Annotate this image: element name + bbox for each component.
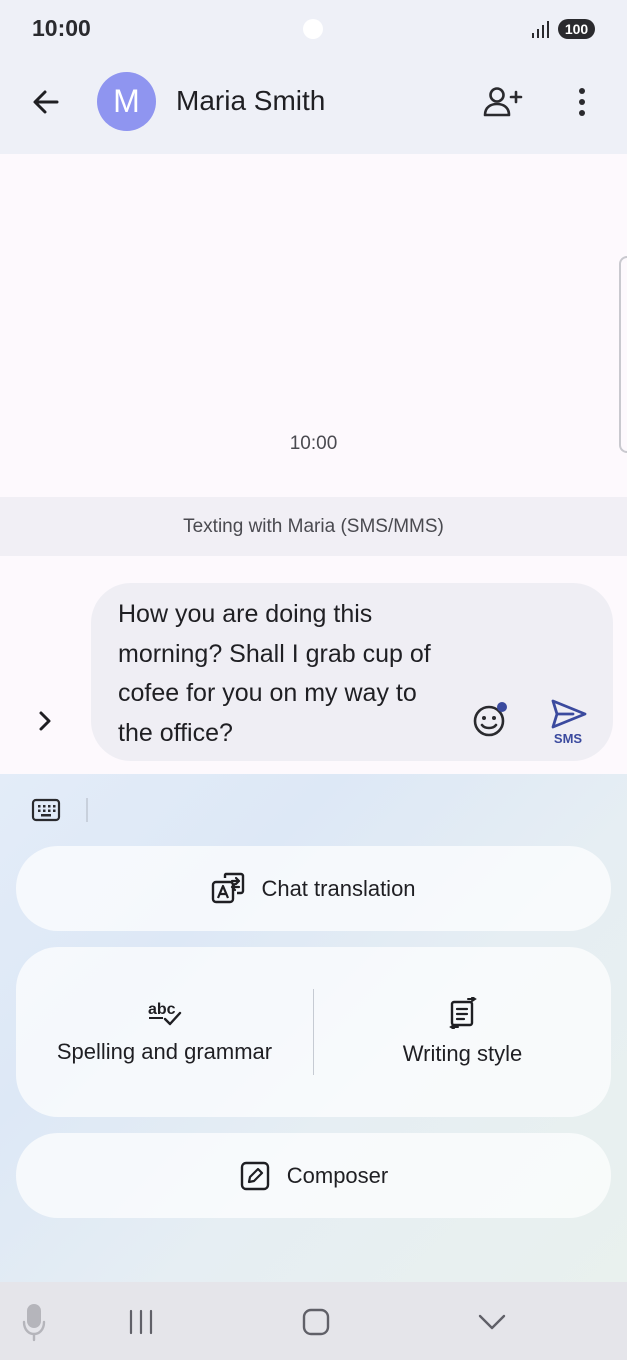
chevron-right-icon [39, 711, 51, 731]
spellcheck-icon: abc [148, 1001, 181, 1026]
mic-icon [22, 1304, 46, 1342]
conversation-view[interactable]: 10:00 [0, 154, 627, 497]
spelling-grammar-label: Spelling and grammar [56, 1039, 273, 1064]
send-label: SMS [553, 731, 583, 746]
camera-cutout [303, 19, 323, 39]
writing-style-icon [448, 997, 477, 1029]
back-button[interactable] [24, 80, 68, 124]
send-button[interactable]: SMS [543, 699, 593, 749]
edit-icon [240, 1161, 269, 1190]
add-person-icon [483, 87, 523, 117]
voice-input-button[interactable] [10, 1300, 58, 1344]
recents-button[interactable] [117, 1300, 165, 1344]
home-button[interactable] [292, 1300, 340, 1344]
writing-style-label: Writing style [402, 1041, 523, 1066]
message-timestamp: 10:00 [289, 433, 338, 454]
scroll-handle[interactable] [619, 256, 627, 453]
app-bar: M Maria Smith [0, 58, 627, 154]
composer-button[interactable]: Composer [16, 1133, 611, 1218]
expand-attachments-button[interactable] [28, 704, 62, 738]
translate-icon [212, 872, 245, 903]
navigation-bar [0, 1282, 627, 1360]
composer-label: Composer [286, 1162, 389, 1188]
writing-style-button[interactable]: Writing style [314, 947, 611, 1117]
compose-area: How you are doing this morning? Shall I … [0, 556, 627, 774]
writing-tools-panel: Chat translation abc Spelling and gramma… [0, 774, 627, 1282]
send-icon [551, 699, 587, 729]
writing-assist-group: abc Spelling and grammar Writing style [16, 947, 611, 1117]
spelling-grammar-button[interactable]: abc Spelling and grammar [16, 947, 313, 1117]
nav-down-icon [478, 1314, 506, 1330]
keyboard-icon [31, 798, 61, 822]
hide-keyboard-button[interactable] [468, 1300, 516, 1344]
back-arrow-icon [33, 90, 59, 114]
emoji-button[interactable] [469, 699, 511, 741]
chat-translation-label: Chat translation [261, 875, 416, 901]
add-contact-button[interactable] [478, 80, 528, 124]
svg-text:abc: abc [148, 1001, 176, 1018]
battery-indicator: 100 [558, 19, 595, 39]
chat-translation-button[interactable]: Chat translation [16, 846, 611, 931]
more-vert-icon [579, 88, 585, 116]
avatar[interactable]: M [97, 72, 156, 131]
message-text[interactable]: How you are doing this morning? Shall I … [118, 595, 458, 753]
emoji-icon [473, 702, 507, 737]
recents-icon [129, 1309, 153, 1335]
contact-name[interactable]: Maria Smith [176, 85, 325, 117]
status-bar: 10:00 100 [0, 0, 627, 58]
status-time: 10:00 [32, 15, 91, 41]
texting-banner: Texting with Maria (SMS/MMS) [0, 497, 627, 556]
signal-icon [532, 21, 549, 38]
message-input[interactable]: How you are doing this morning? Shall I … [91, 583, 613, 761]
keyboard-toggle-button[interactable] [28, 794, 64, 826]
home-icon [302, 1308, 330, 1336]
more-options-button[interactable] [560, 80, 604, 124]
text-cursor [86, 798, 88, 822]
